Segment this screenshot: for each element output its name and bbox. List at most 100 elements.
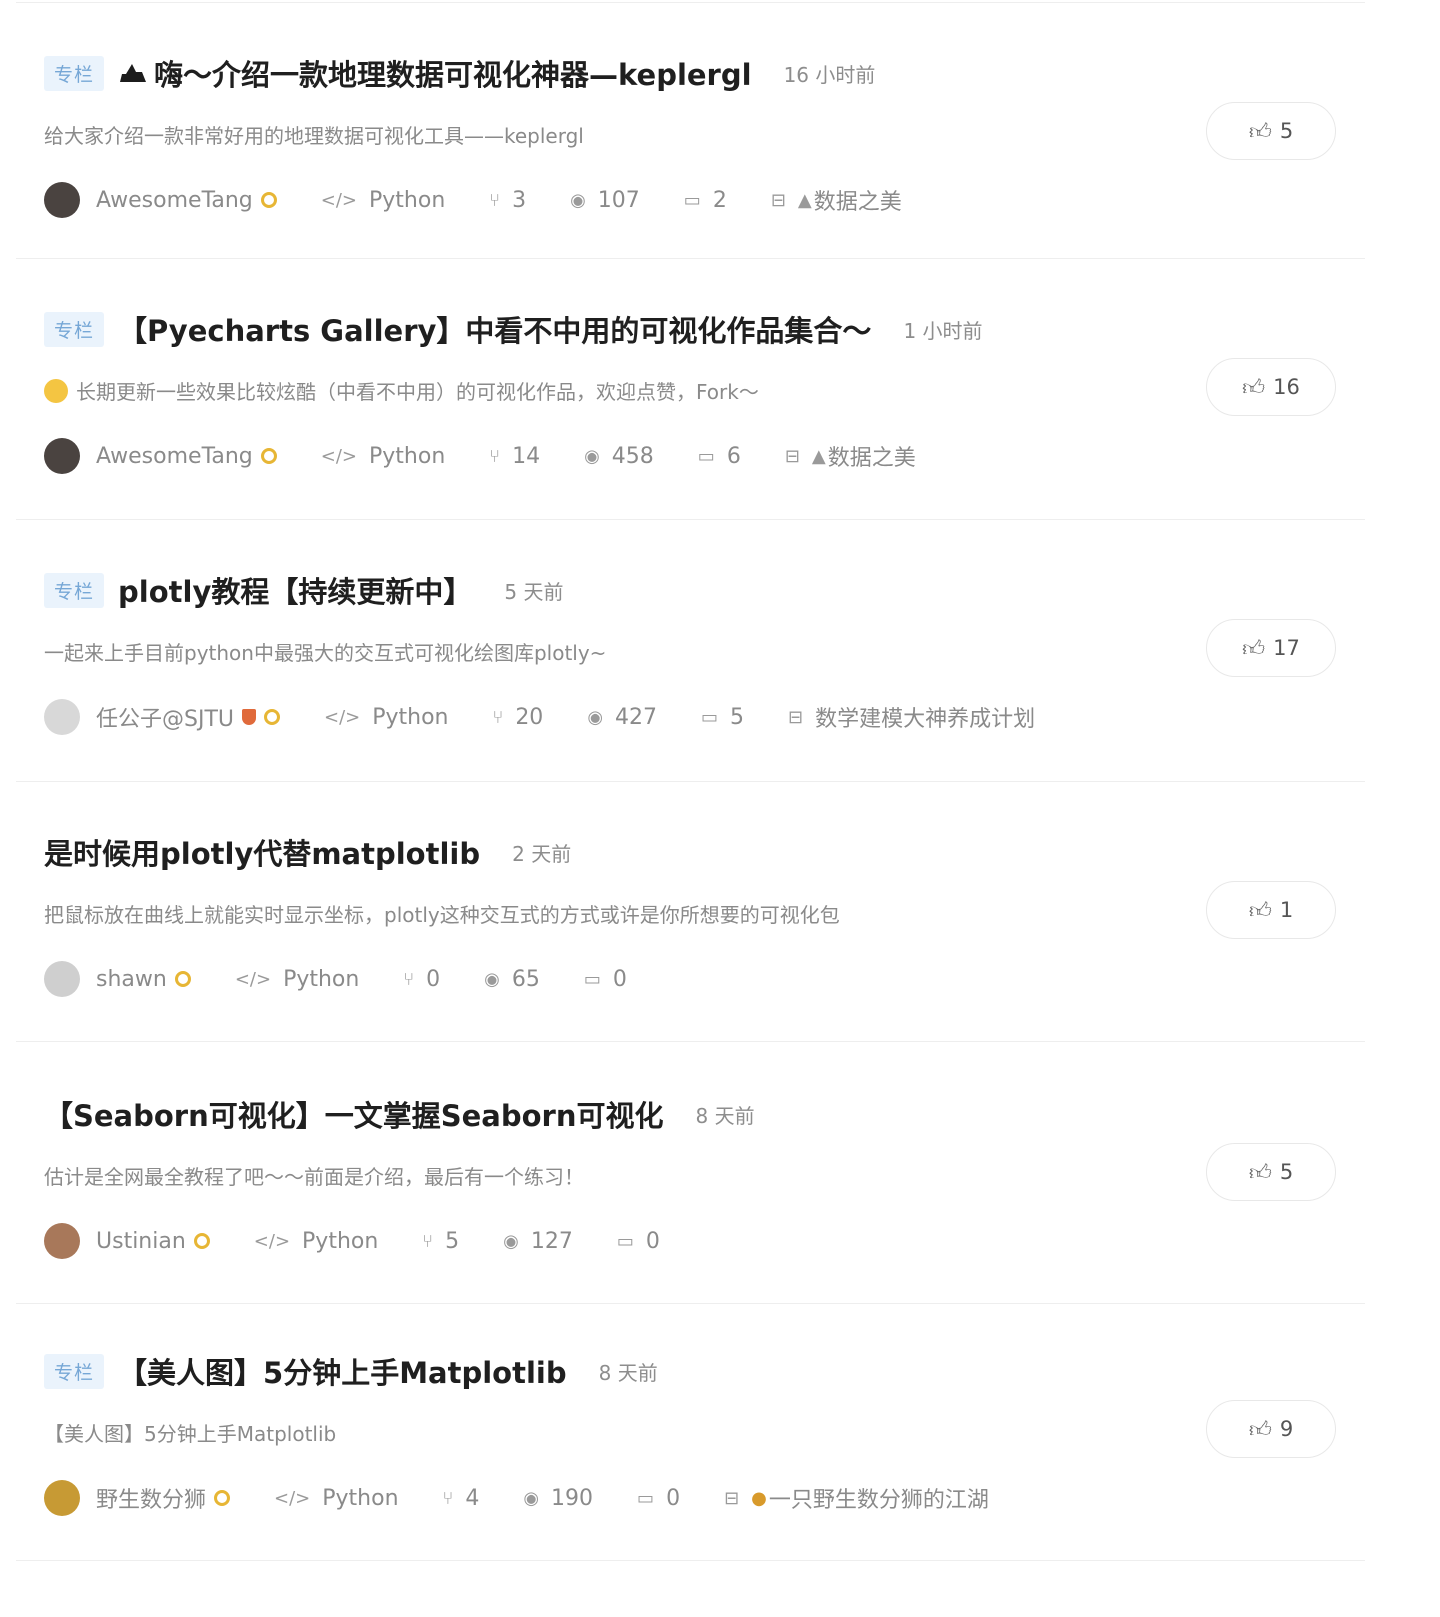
post-time: 8 天前 xyxy=(695,1103,755,1128)
eye-icon: ◉ xyxy=(570,189,586,211)
eye-icon: ◉ xyxy=(503,1230,519,1252)
view-count: ◉ 427 xyxy=(587,704,658,730)
view-count: ◉ 107 xyxy=(570,187,640,213)
language-tag[interactable]: </> Python xyxy=(254,1229,379,1254)
thumbs-up-icon: 👍︎ xyxy=(1242,375,1266,401)
avatar[interactable] xyxy=(44,961,80,997)
language-tag[interactable]: </> Python xyxy=(235,967,360,992)
article-title[interactable]: 嗨～介绍一款地理数据可视化神器—keplergl xyxy=(154,52,752,94)
verified-shield-icon xyxy=(242,709,256,725)
author-name[interactable]: 任公子@SJTU xyxy=(96,701,234,733)
fork-icon: ⑂ xyxy=(442,1487,454,1509)
code-icon: </> xyxy=(234,968,272,990)
fork-count[interactable]: ⑂ 20 xyxy=(493,705,544,730)
medal-icon xyxy=(260,192,277,208)
post-time: 5 天前 xyxy=(504,579,564,604)
comment-icon: ▭ xyxy=(697,445,715,467)
lion-icon: ● xyxy=(751,1487,767,1509)
post-time: 16 小时前 xyxy=(783,62,876,87)
column-link[interactable]: ⊟ 数学建模大神养成计划 xyxy=(788,701,1035,733)
code-icon: </> xyxy=(320,445,357,467)
divider xyxy=(16,1560,1365,1561)
avatar[interactable] xyxy=(44,1480,80,1516)
view-count: ◉ 458 xyxy=(584,443,654,469)
fork-count[interactable]: ⑂ 4 xyxy=(443,1486,480,1511)
language-tag[interactable]: </> Python xyxy=(324,705,449,730)
list-item[interactable]: 是时候用plotly代替matplotlib 2 天前 把鼠标放在曲线上就能实时… xyxy=(0,779,1440,1039)
code-icon: </> xyxy=(324,706,361,728)
fork-count[interactable]: ⑂ 5 xyxy=(422,1229,459,1254)
column-badge: 专栏 xyxy=(44,572,105,608)
comment-count[interactable]: ▭ 0 xyxy=(584,967,627,992)
list-item[interactable]: 专栏 【美人图】5分钟上手Matplotlib 8 天前 【美人图】5分钟上手M… xyxy=(0,1298,1440,1558)
fork-count[interactable]: ⑂ 0 xyxy=(403,967,440,992)
language-tag[interactable]: </> Python xyxy=(274,1486,399,1511)
article-title[interactable]: 【Seaborn可视化】一文掌握Seaborn可视化 xyxy=(44,1093,664,1135)
avatar[interactable] xyxy=(44,438,80,474)
list-item[interactable]: 【Seaborn可视化】一文掌握Seaborn可视化 8 天前 估计是全网最全教… xyxy=(0,1041,1440,1301)
medal-icon xyxy=(193,1233,210,1249)
ship-icon: ▲ xyxy=(797,189,812,211)
language-tag[interactable]: </> Python xyxy=(321,188,446,213)
ship-icon xyxy=(118,62,148,84)
column-link[interactable]: ⊟ ● 一只野生数分狮的江湖 xyxy=(724,1482,989,1514)
column-link[interactable]: ⊟ ▲ 数据之美 xyxy=(785,440,916,472)
comment-icon: ▭ xyxy=(637,1487,655,1509)
author-name[interactable]: shawn xyxy=(96,967,167,992)
eye-icon: ◉ xyxy=(523,1487,540,1509)
column-badge: 专栏 xyxy=(44,311,105,347)
post-time: 2 天前 xyxy=(512,841,572,866)
eye-icon: ◉ xyxy=(587,706,604,728)
like-button[interactable]: 👍︎ 17 xyxy=(1206,619,1336,677)
column-badge: 专栏 xyxy=(44,1353,105,1389)
author-name[interactable]: AwesomeTang xyxy=(96,188,253,213)
comment-count[interactable]: ▭ 6 xyxy=(698,444,741,469)
article-desc: 给大家介绍一款非常好用的地理数据可视化工具——keplergl xyxy=(44,124,584,148)
like-button[interactable]: 👍︎ 16 xyxy=(1206,358,1336,416)
fork-count[interactable]: ⑂ 3 xyxy=(489,188,526,213)
post-time: 8 天前 xyxy=(598,1360,658,1385)
list-item[interactable]: 专栏 plotly教程【持续更新中】 5 天前 一起来上手目前python中最强… xyxy=(0,517,1440,777)
eye-icon: ◉ xyxy=(484,968,500,990)
fork-icon: ⑂ xyxy=(492,706,504,728)
column-icon: ⊟ xyxy=(784,445,800,467)
avatar[interactable] xyxy=(44,699,80,735)
column-icon: ⊟ xyxy=(788,706,804,728)
medal-icon xyxy=(214,1490,231,1506)
article-title[interactable]: 【Pyecharts Gallery】中看不中用的可视化作品集合～ xyxy=(118,308,871,350)
article-title[interactable]: 【美人图】5分钟上手Matplotlib xyxy=(118,1350,567,1392)
article-desc: 【美人图】5分钟上手Matplotlib xyxy=(44,1422,337,1446)
comment-count[interactable]: ▭ 5 xyxy=(701,705,744,730)
author-name[interactable]: AwesomeTang xyxy=(96,444,253,469)
like-button[interactable]: 👍︎ 5 xyxy=(1206,1143,1336,1201)
author-name[interactable]: 野生数分狮 xyxy=(96,1482,206,1514)
fork-count[interactable]: ⑂ 14 xyxy=(489,444,540,469)
column-badge: 专栏 xyxy=(44,55,105,91)
code-icon: </> xyxy=(320,189,357,211)
list-item[interactable]: 专栏 嗨～介绍一款地理数据可视化神器—keplergl 16 小时前 给大家介绍… xyxy=(0,0,1440,260)
like-button[interactable]: 👍︎ 5 xyxy=(1206,102,1336,160)
column-icon: ⊟ xyxy=(724,1487,740,1509)
author-name[interactable]: Ustinian xyxy=(96,1229,186,1254)
like-button[interactable]: 👍︎ 9 xyxy=(1206,1400,1336,1458)
code-icon: </> xyxy=(274,1487,311,1509)
column-link[interactable]: ⊟ ▲ 数据之美 xyxy=(771,184,902,216)
comment-count[interactable]: ▭ 0 xyxy=(617,1229,660,1254)
article-desc: 长期更新一些效果比较炫酷（中看不中用）的可视化作品，欢迎点赞，Fork～ xyxy=(76,380,759,404)
article-title[interactable]: plotly教程【持续更新中】 xyxy=(118,569,472,611)
avatar[interactable] xyxy=(44,182,80,218)
comment-count[interactable]: ▭ 2 xyxy=(684,188,727,213)
avatar[interactable] xyxy=(44,1223,80,1259)
view-count: ◉ 127 xyxy=(503,1228,573,1254)
article-title[interactable]: 是时候用plotly代替matplotlib xyxy=(44,831,480,873)
thumbs-up-icon: 👍︎ xyxy=(1248,1417,1272,1443)
medal-icon xyxy=(174,971,191,987)
fork-icon: ⑂ xyxy=(403,968,415,990)
language-tag[interactable]: </> Python xyxy=(321,444,446,469)
thumbs-up-icon: 👍︎ xyxy=(1248,1160,1272,1186)
fork-icon: ⑂ xyxy=(489,189,501,211)
list-item[interactable]: 专栏 【Pyecharts Gallery】中看不中用的可视化作品集合～ 1 小… xyxy=(0,256,1440,516)
like-button[interactable]: 👍︎ 1 xyxy=(1206,881,1336,939)
article-desc: 把鼠标放在曲线上就能实时显示坐标，plotly这种交互式的方式或许是你所想要的可… xyxy=(44,903,840,927)
comment-count[interactable]: ▭ 0 xyxy=(637,1486,680,1511)
